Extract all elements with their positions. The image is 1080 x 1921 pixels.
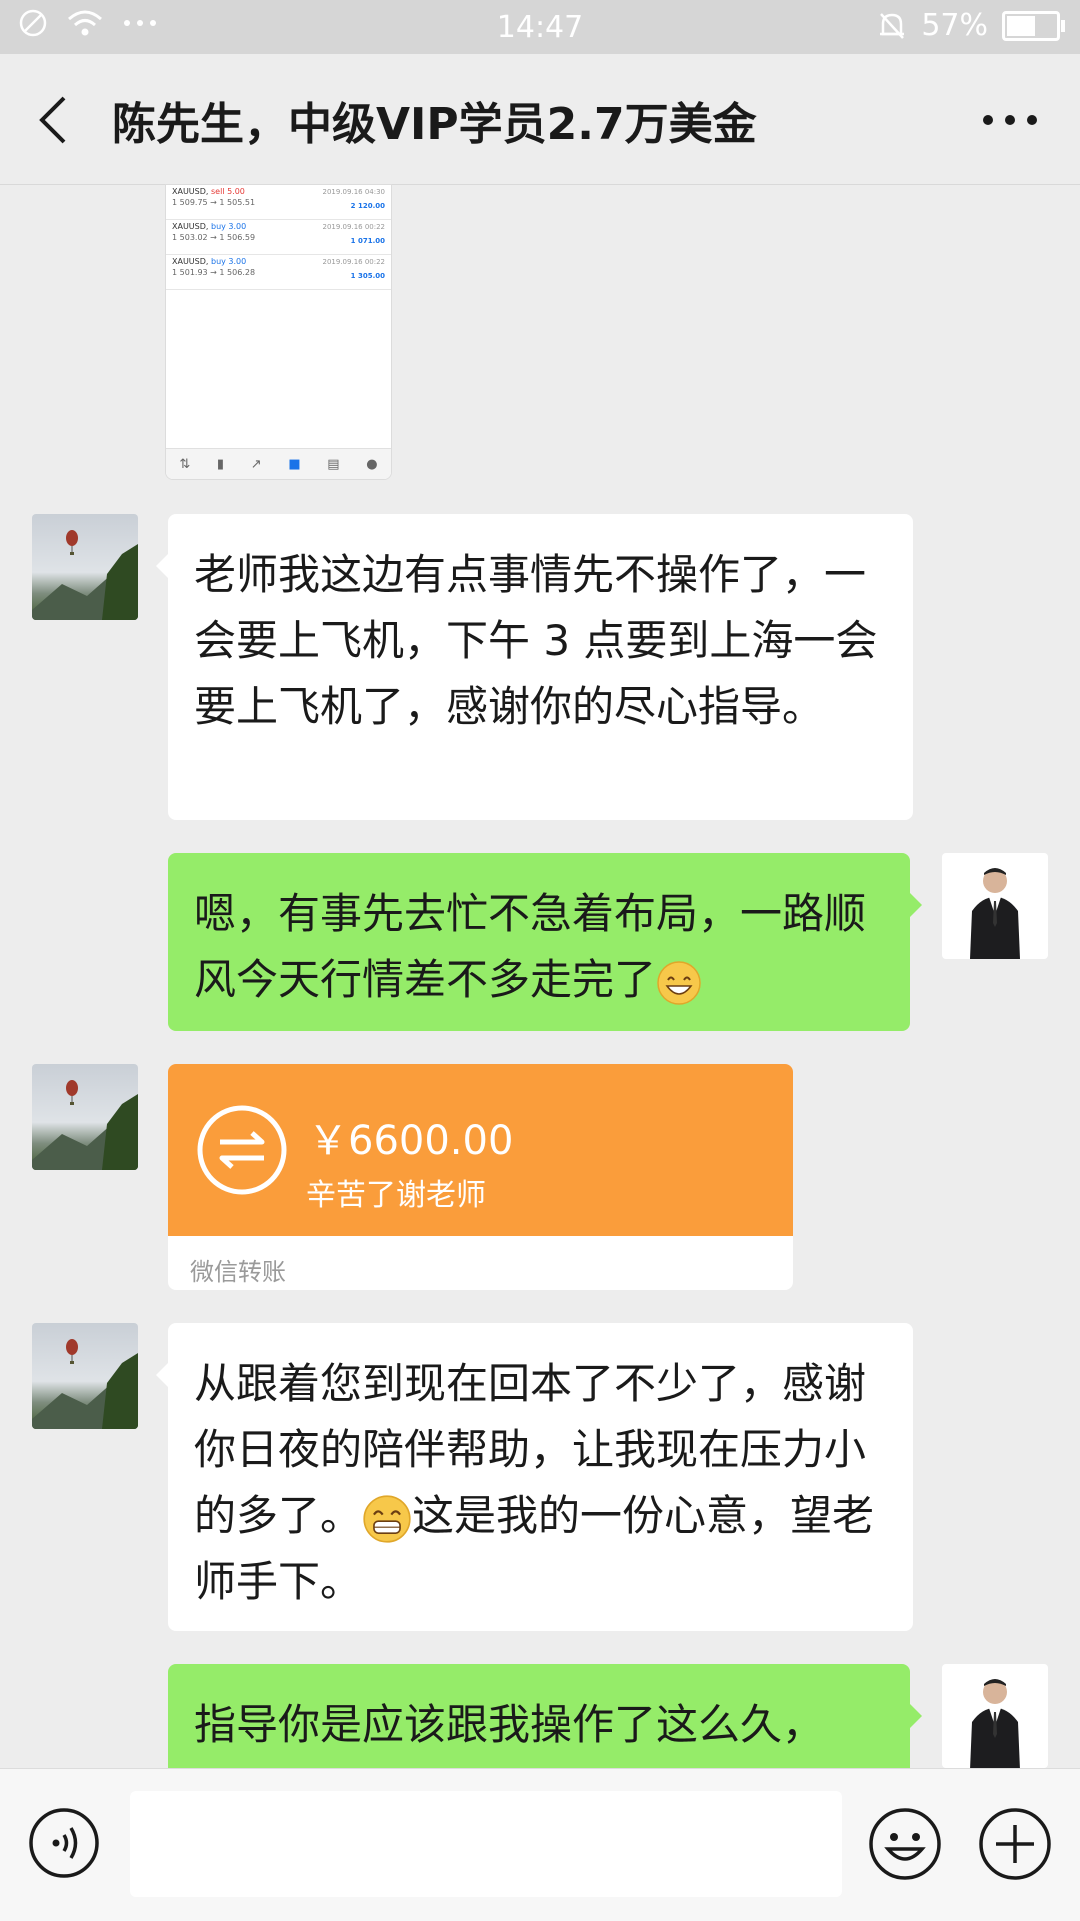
chat-icon: ● bbox=[366, 456, 378, 472]
message-bubble[interactable]: 嗯，有事先去忙不急着布局，一路顺风今天行情差不多走完了 bbox=[168, 853, 922, 1031]
status-bar: 14:47 57% bbox=[0, 0, 1080, 54]
trade-row: XAUUSD, buy 3.00 2019.09.16 00:22 1 501.… bbox=[166, 255, 391, 290]
trade-date: 2019.09.16 00:22 bbox=[322, 223, 385, 231]
news-icon: ▤ bbox=[327, 456, 340, 472]
status-right-icons: 57% bbox=[877, 8, 1065, 43]
avatar[interactable] bbox=[32, 1064, 138, 1170]
chat-title: 陈先生，中级VIP学员2.7万美金 bbox=[112, 99, 757, 150]
trade-side: sell 5.00 bbox=[211, 187, 245, 196]
avatar[interactable] bbox=[32, 1323, 138, 1429]
trade-profit: 1 071.00 bbox=[350, 237, 385, 245]
message-bubble[interactable]: 从跟着您到现在回本了不少了，感谢你日夜的陪伴帮助，让我现在压力小的多了。 这是我… bbox=[156, 1323, 913, 1631]
smile-emoji-icon bbox=[657, 960, 701, 1005]
message-bubble[interactable]: 指导你是应该跟我操作了这么久， bbox=[168, 1664, 922, 1768]
input-bar bbox=[0, 1768, 1080, 1921]
transfer-card-body: ￥6600.00 辛苦了谢老师 bbox=[168, 1064, 793, 1236]
shared-image[interactable]: XAUUSD, sell 5.00 2019.09.16 04:30 1 509… bbox=[165, 184, 392, 480]
voice-input-icon[interactable] bbox=[28, 1807, 100, 1879]
avatar[interactable] bbox=[32, 514, 138, 620]
trade-row: XAUUSD, buy 3.00 2019.09.16 00:22 1 503.… bbox=[166, 220, 391, 255]
avatar[interactable] bbox=[942, 853, 1048, 959]
trade-side: buy 3.00 bbox=[211, 257, 247, 266]
trade-icon: ↗ bbox=[250, 456, 262, 472]
transfer-icon bbox=[197, 1105, 287, 1195]
transfer-label: 微信转账 bbox=[190, 1258, 286, 1286]
battery-percent: 57% bbox=[921, 8, 988, 43]
trade-symbol: XAUUSD, bbox=[172, 187, 209, 196]
history-icon: ■ bbox=[288, 456, 301, 472]
chart-icon: ▮ bbox=[216, 456, 225, 472]
message-text: 老师我这边有点事情先不操作了，一会要上飞机，下午 3 点要到上海一会要上飞机了，… bbox=[194, 550, 878, 731]
quotes-icon: ⇅ bbox=[179, 456, 191, 472]
back-arrow-icon[interactable] bbox=[30, 92, 80, 148]
trade-symbol: XAUUSD, bbox=[172, 257, 209, 266]
chat-header: 陈先生，中级VIP学员2.7万美金 bbox=[0, 54, 1080, 185]
message-text: 嗯，有事先去忙不急着布局，一路顺风今天行情差不多走完了 bbox=[194, 889, 867, 1004]
message-input[interactable] bbox=[130, 1791, 842, 1897]
balloon-landscape-icon bbox=[32, 1080, 138, 1170]
trade-date: 2019.09.16 00:22 bbox=[322, 258, 385, 266]
trade-side: buy 3.00 bbox=[211, 222, 247, 231]
grin-emoji-icon bbox=[363, 1494, 411, 1543]
trade-profit: 2 120.00 bbox=[350, 202, 385, 210]
transfer-card[interactable]: ￥6600.00 辛苦了谢老师 微信转账 bbox=[168, 1064, 793, 1290]
transfer-note: 辛苦了谢老师 bbox=[306, 1178, 486, 1213]
trade-profit: 1 305.00 bbox=[350, 272, 385, 280]
add-more-icon[interactable] bbox=[978, 1807, 1052, 1881]
trade-date: 2019.09.16 04:30 bbox=[322, 188, 385, 196]
emoji-picker-icon[interactable] bbox=[868, 1807, 942, 1881]
more-options-icon[interactable] bbox=[980, 114, 1040, 126]
balloon-landscape-icon bbox=[32, 530, 138, 620]
man-in-suit-icon bbox=[970, 868, 1020, 959]
balloon-landscape-icon bbox=[32, 1339, 138, 1429]
transfer-amount: ￥6600.00 bbox=[308, 1118, 514, 1164]
message-text: 指导你是应该跟我操作了这么久， bbox=[194, 1700, 825, 1749]
battery-icon bbox=[1002, 10, 1065, 41]
trade-row: XAUUSD, sell 5.00 2019.09.16 04:30 1 509… bbox=[166, 185, 391, 220]
message-bubble[interactable]: 老师我这边有点事情先不操作了，一会要上飞机，下午 3 点要到上海一会要上飞机了，… bbox=[156, 514, 913, 820]
bell-muted-icon bbox=[880, 12, 905, 39]
trade-symbol: XAUUSD, bbox=[172, 222, 209, 231]
image-toolbar: ⇅ ▮ ↗ ■ ▤ ● bbox=[166, 448, 391, 479]
avatar[interactable] bbox=[942, 1664, 1048, 1768]
man-in-suit-icon bbox=[970, 1679, 1020, 1768]
